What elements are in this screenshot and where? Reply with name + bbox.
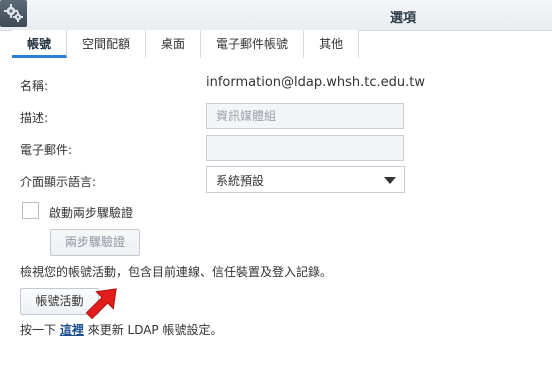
tab-bar: 帳號 空間配額 桌面 電子郵件帳號 其他 [12, 30, 360, 58]
language-label: 介面顯示語言: [20, 175, 97, 189]
two-step-verification-button[interactable]: 兩步驟驗證 [50, 229, 140, 256]
window-title: 選項 [389, 11, 416, 26]
two-step-label: 啟動兩步驟驗證 [49, 206, 134, 220]
gears-icon [0, 0, 27, 27]
description-field[interactable]: 資訊媒體組 [206, 103, 404, 129]
two-step-checkbox[interactable] [22, 202, 39, 219]
tab-email-accounts[interactable]: 電子郵件帳號 [201, 30, 305, 58]
name-label: 名稱: [20, 79, 49, 93]
language-select[interactable]: 系統預設 [206, 166, 405, 193]
description-label: 描述: [20, 111, 49, 125]
title-bar: 選項 [0, 0, 552, 31]
tab-other[interactable]: 其他 [304, 30, 360, 58]
tab-account[interactable]: 帳號 [12, 30, 68, 58]
tab-desktop[interactable]: 桌面 [146, 30, 202, 58]
name-value: information@ldap.whsh.tc.edu.tw [206, 75, 425, 90]
email-field[interactable] [206, 135, 404, 161]
language-select-value: 系統預設 [216, 174, 265, 188]
red-arrow-icon [85, 288, 117, 320]
activity-note: 檢視您的帳號活動，包含目前連線、信任裝置及登入記錄。 [20, 265, 333, 279]
chevron-down-icon [384, 177, 396, 184]
tab-quota[interactable]: 空間配額 [67, 30, 147, 58]
footer-prefix: 按一下 [20, 323, 57, 337]
email-label: 電子郵件: [20, 143, 73, 157]
